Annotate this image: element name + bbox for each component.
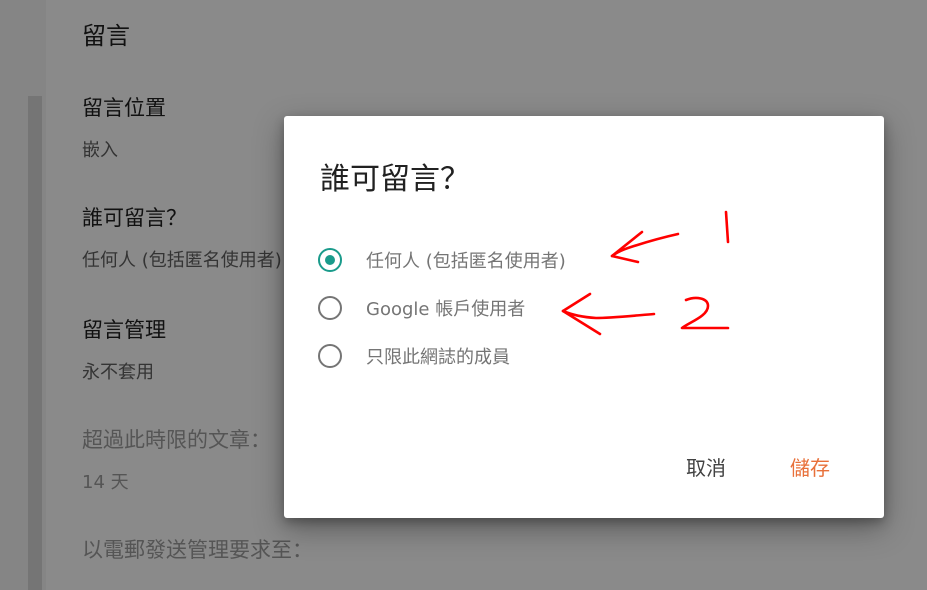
radio-option-google-users[interactable]: Google 帳戶使用者 [318, 290, 525, 326]
radio-button[interactable] [318, 344, 342, 368]
dialog-title: 誰可留言？ [320, 162, 470, 197]
radio-button-checked[interactable] [318, 248, 342, 272]
save-button[interactable]: 儲存 [790, 452, 830, 481]
dialog-actions: 取消 儲存 [686, 452, 830, 481]
cancel-button[interactable]: 取消 [686, 452, 726, 481]
radio-label: 任何人 (包括匿名使用者) [366, 251, 566, 272]
radio-dot [325, 255, 335, 265]
radio-label: 只限此網誌的成員 [366, 347, 510, 368]
radio-option-anyone[interactable]: 任何人 (包括匿名使用者) [318, 242, 566, 278]
blogger-settings-page: 留言 留言位置 嵌入 誰可留言？ 任何人 (包括匿名使用者) 留言管理 永不套用… [0, 0, 927, 590]
radio-button[interactable] [318, 296, 342, 320]
who-can-comment-dialog: 誰可留言？ 任何人 (包括匿名使用者) Google 帳戶使用者 只限此網誌的成… [284, 116, 884, 518]
radio-label: Google 帳戶使用者 [366, 299, 526, 320]
radio-option-blog-members[interactable]: 只限此網誌的成員 [318, 338, 510, 374]
